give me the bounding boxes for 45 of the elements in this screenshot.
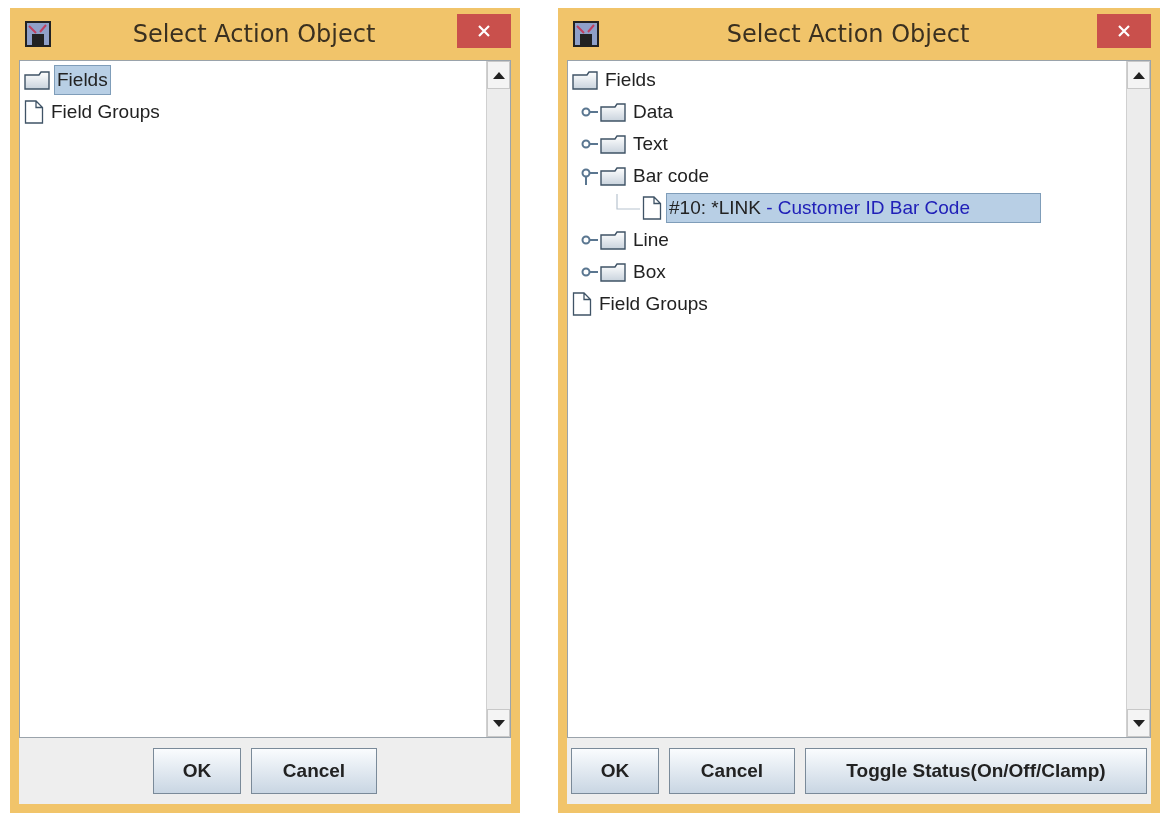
- tree-item[interactable]: #10: *LINK - Customer ID Bar Code: [666, 193, 1041, 223]
- close-button[interactable]: [457, 14, 511, 48]
- dialog-button[interactable]: Cancel: [669, 748, 795, 794]
- tree-item[interactable]: Field Groups: [596, 289, 711, 319]
- tree-item[interactable]: Text: [630, 129, 671, 159]
- scroll-down-button[interactable]: [1127, 709, 1150, 737]
- down-arrow-icon: [1132, 719, 1145, 727]
- dialog-button[interactable]: Cancel: [251, 748, 377, 794]
- scrollbar[interactable]: [486, 61, 510, 737]
- dialog-button[interactable]: OK: [153, 748, 241, 794]
- tree-item[interactable]: Field Groups: [48, 97, 163, 127]
- window-title: Select Action Object: [725, 19, 971, 50]
- close-button[interactable]: [1097, 14, 1151, 48]
- folder-icon: [572, 70, 598, 90]
- window-title: Select Action Object: [131, 19, 377, 50]
- document-icon: [572, 292, 592, 316]
- expand-handle-icon[interactable]: [580, 166, 600, 186]
- folder-icon: [600, 230, 626, 250]
- dialog-button[interactable]: OK: [571, 748, 659, 794]
- scroll-down-button[interactable]: [487, 709, 510, 737]
- tree-item[interactable]: Data: [630, 97, 677, 127]
- folder-icon: [24, 70, 50, 90]
- up-arrow-icon: [492, 71, 505, 79]
- tree-item[interactable]: Box: [630, 257, 669, 287]
- tree-item[interactable]: Line: [630, 225, 672, 255]
- document-icon: [642, 196, 662, 220]
- close-icon: [1118, 25, 1130, 37]
- tree-item[interactable]: Fields: [602, 65, 659, 95]
- folder-icon: [600, 134, 626, 154]
- folder-icon: [600, 102, 626, 122]
- down-arrow-icon: [492, 719, 505, 727]
- dialog-button[interactable]: Toggle Status(On/Off/Clamp): [805, 748, 1147, 794]
- up-arrow-icon: [1132, 71, 1145, 79]
- folder-icon: [600, 262, 626, 282]
- folder-icon: [600, 166, 626, 186]
- app-icon: [573, 21, 599, 47]
- tree-connector-icon: [616, 194, 642, 210]
- scroll-up-button[interactable]: [487, 61, 510, 89]
- scroll-up-button[interactable]: [1127, 61, 1150, 89]
- tree-item[interactable]: Fields: [54, 65, 111, 95]
- close-icon: [478, 25, 490, 37]
- scrollbar[interactable]: [1126, 61, 1150, 737]
- document-icon: [24, 100, 44, 124]
- tree-item[interactable]: Bar code: [630, 161, 713, 191]
- app-icon: [25, 21, 51, 47]
